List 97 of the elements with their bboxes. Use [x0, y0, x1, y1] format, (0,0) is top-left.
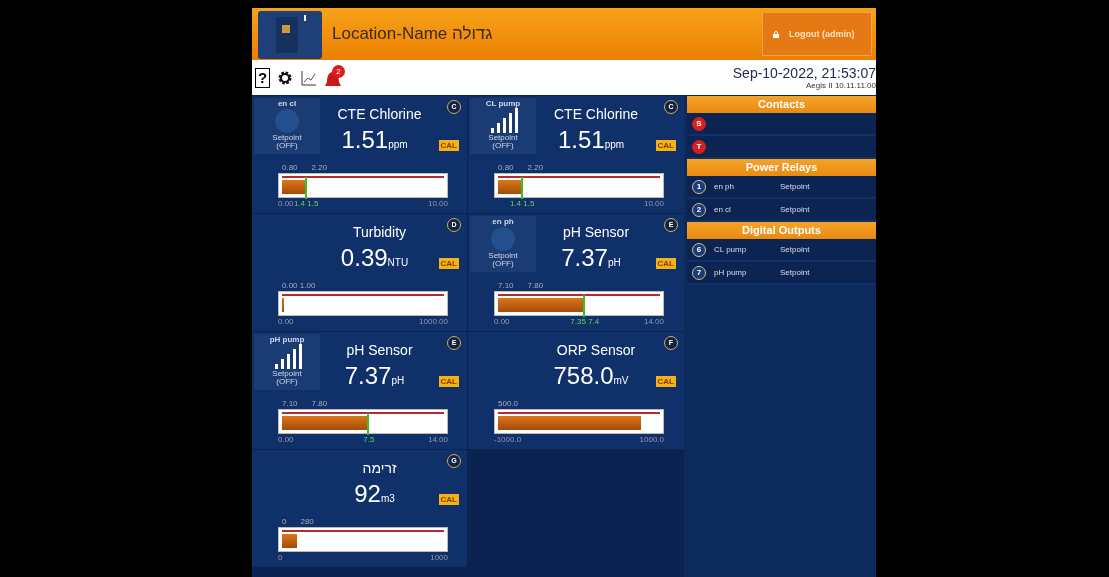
scale-min: 0.00	[278, 199, 294, 208]
scale-max: 10.00	[643, 199, 664, 208]
sensor-title: זרימה	[361, 460, 398, 476]
sensor-title: pH Sensor	[345, 342, 414, 358]
pump-mode: Setpoint (OFF)	[488, 252, 518, 268]
sensor-title: pH Sensor	[561, 224, 631, 240]
threshold-label: 0.00 1.00	[282, 281, 316, 290]
sensor-reading: 7.37pH	[343, 362, 406, 390]
sensor-title: ORP Sensor	[555, 342, 637, 358]
section-header: Digital Outputs	[687, 222, 876, 239]
calibrate-button[interactable]: CAL	[438, 140, 459, 151]
alert-count: 2	[332, 64, 345, 78]
pump-panel[interactable]: en ph Setpoint (OFF)	[470, 216, 536, 272]
output-mode: Setpoint	[780, 245, 810, 254]
pump-name: en ph	[492, 217, 514, 226]
channel-badge: 2	[692, 202, 706, 217]
scale-min: -1000.0	[494, 435, 522, 444]
pump-name: en cl	[277, 99, 297, 108]
output-row[interactable]: 7 pH pump Setpoint	[687, 262, 876, 285]
sensor-title: CTE Chlorine	[336, 106, 423, 122]
output-mode: Setpoint	[780, 205, 810, 214]
pump-name: pH pump	[269, 335, 305, 344]
calibrate-button[interactable]: CAL	[655, 140, 676, 151]
threshold-label: 7.80	[527, 281, 544, 290]
pump-name: CL pump	[485, 99, 521, 108]
threshold-label: 500.0	[498, 399, 519, 408]
calibrate-button[interactable]: CAL	[438, 376, 459, 387]
calibrate-button[interactable]: CAL	[655, 258, 676, 269]
pump-panel[interactable]: pH pump Setpoint (OFF)	[254, 334, 320, 390]
sensor-reading: 92m3	[353, 480, 396, 508]
version-text: Aegis II 10.11.11.00	[806, 81, 876, 90]
alerts-button[interactable]: 2	[324, 66, 346, 89]
pump-mode: Setpoint (OFF)	[272, 134, 302, 150]
channel-badge: 7	[692, 265, 706, 280]
pump-mode: Setpoint (OFF)	[272, 370, 302, 386]
chart-icon[interactable]	[300, 68, 318, 87]
channel-badge: 6	[692, 242, 706, 257]
lock-icon	[773, 30, 779, 38]
section-header: Contacts	[687, 96, 876, 113]
output-row[interactable]: 1 en ph Setpoint	[687, 176, 876, 199]
sensor-title: Turbidity	[351, 224, 408, 240]
circle-icon	[272, 108, 302, 134]
threshold-label: 2.20	[311, 163, 328, 172]
scale-max: 14.00	[643, 317, 664, 326]
sensor-reading: 7.37pH	[560, 244, 622, 272]
scale-min: 0	[278, 553, 283, 562]
scale-max: 14.00	[427, 435, 448, 444]
scale-min: 0.00	[494, 317, 510, 326]
output-row[interactable]: T	[687, 136, 876, 159]
output-name: pH pump	[714, 268, 748, 277]
pump-panel[interactable]: en cl Setpoint (OFF)	[254, 98, 320, 154]
sensor-title: CTE Chlorine	[553, 106, 639, 122]
channel-badge: S	[692, 116, 706, 131]
output-name: en ph	[714, 182, 736, 191]
pump-panel[interactable]: CL pump Setpoint (OFF)	[470, 98, 536, 154]
threshold-label: 0.80	[498, 163, 514, 172]
setpoint-label: 1.4 1.5	[293, 199, 319, 208]
threshold-label: 2.20	[527, 163, 544, 172]
threshold-label: 0	[282, 517, 287, 526]
calibrate-button[interactable]: CAL	[655, 376, 676, 387]
pump-mode: Setpoint (OFF)	[488, 134, 518, 150]
output-name: CL pump	[714, 245, 748, 254]
circle-icon	[488, 226, 518, 252]
output-mode: Setpoint	[780, 182, 810, 191]
output-row[interactable]: 6 CL pump Setpoint	[687, 239, 876, 262]
output-row[interactable]: 2 en cl Setpoint	[687, 199, 876, 222]
output-row[interactable]: S	[687, 113, 876, 136]
scale-max: 10.00	[427, 199, 448, 208]
threshold-label: 0.80	[282, 163, 298, 172]
sensor-reading: 1.51ppm	[556, 126, 626, 154]
setpoint-label: 7.35 7.4	[570, 317, 600, 326]
channel-badge: 1	[692, 179, 706, 194]
date-time: Sep-10-2022, 21:53:07	[732, 65, 876, 81]
scale-min: 0.00	[278, 435, 294, 444]
scale-max: 1000.0	[639, 435, 664, 444]
threshold-label: 7.80	[311, 399, 328, 408]
threshold-label: 7.10	[282, 399, 298, 408]
section-header: Power Relays	[687, 159, 876, 176]
scale-min: 0.00	[278, 317, 294, 326]
threshold-label: 7.10	[498, 281, 514, 290]
threshold-label: 280	[300, 517, 314, 526]
sensor-reading: 1.51ppm	[340, 126, 409, 154]
output-name: en cl	[714, 205, 732, 214]
signal-bars-icon	[272, 344, 302, 370]
scale-max: 1000	[430, 553, 448, 562]
signal-bars-icon	[488, 108, 518, 134]
help-button[interactable]: ?	[255, 67, 270, 88]
location-title: Location-Name גדולה	[332, 24, 494, 44]
sensor-reading: 0.39NTU	[339, 244, 410, 272]
channel-badge: T	[692, 139, 706, 154]
setpoint-label: 7.5	[363, 435, 375, 444]
scale-max: 1000.00	[419, 317, 448, 326]
setpoint-label: 1.4 1.5	[509, 199, 535, 208]
calibrate-button[interactable]: CAL	[438, 494, 459, 505]
sensor-reading: 758.0mV	[552, 362, 630, 390]
output-mode: Setpoint	[780, 268, 810, 277]
calibrate-button[interactable]: CAL	[438, 258, 459, 269]
